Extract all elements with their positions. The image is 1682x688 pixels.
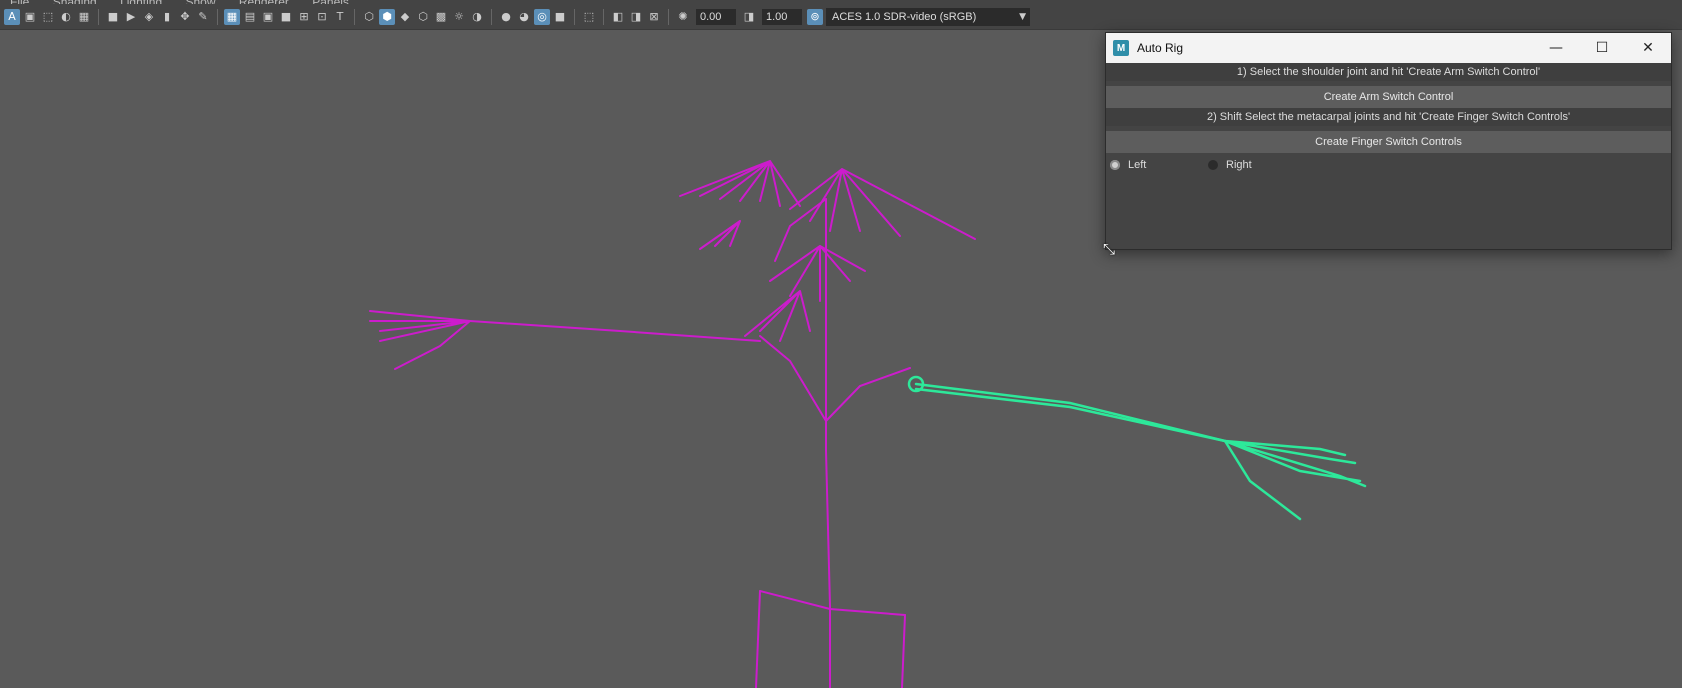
maya-logo-icon: M [1113, 40, 1129, 56]
resolution-gate-icon[interactable]: ▣ [260, 9, 276, 25]
bookmark-icon[interactable]: ▮ [159, 9, 175, 25]
radio-left-indicator[interactable] [1110, 160, 1120, 170]
safe-title-icon[interactable]: T [332, 9, 348, 25]
safe-action-icon[interactable]: ⊡ [314, 9, 330, 25]
anti-aliasing-icon[interactable]: ◎ [534, 8, 550, 25]
menu-shading[interactable]: Shading [53, 0, 97, 4]
wireframe-on-shaded-icon[interactable]: ◆ [397, 9, 413, 25]
radio-left-label: Left [1128, 159, 1147, 171]
field-chart-icon[interactable]: ⊞ [296, 9, 312, 25]
right-clavicle-bone [825, 367, 911, 422]
pan-icon[interactable]: ✥ [177, 9, 193, 25]
image-plane-icon[interactable]: ◐ [58, 9, 74, 25]
isolate-select-icon[interactable]: ⬚ [581, 9, 597, 25]
select-camera-icon[interactable]: A [4, 8, 20, 25]
depth-of-field-icon[interactable]: ■ [552, 9, 568, 25]
skeleton-magenta [369, 160, 976, 688]
toolbar-divider [217, 8, 218, 25]
chevron-down-icon: ▼ [1019, 11, 1026, 22]
film-gate-icon[interactable]: ▤ [242, 9, 258, 25]
camera-icon[interactable]: ■ [105, 9, 121, 25]
menu-lighting[interactable]: Lighting [120, 0, 162, 4]
viewport-toolbar: A ▣ ⬚ ◐ ▦ ■ ▶ ◈ ▮ ✥ ✎ ▦ ▤ ▣ ■ ⊞ ⊡ T ⬡ ⬢ … [0, 4, 1682, 30]
radio-right-label: Right [1226, 159, 1252, 171]
2d-pan-icon[interactable]: ▦ [76, 9, 92, 25]
grease-pencil-icon[interactable]: ✎ [195, 9, 211, 25]
left-clavicle-bone [759, 335, 827, 422]
bookmarks-icon[interactable]: ⬚ [40, 9, 56, 25]
xray-icon[interactable]: ◧ [610, 9, 626, 25]
toolbar-divider [491, 8, 492, 25]
toolbar-divider [668, 8, 669, 25]
auto-rig-titlebar[interactable]: M Auto Rig — ☐ ✕ [1106, 33, 1671, 63]
close-icon[interactable]: ✕ [1625, 33, 1671, 63]
gamma-field[interactable] [762, 8, 802, 25]
instruction-step-1: 1) Select the shoulder joint and hit 'Cr… [1106, 63, 1671, 81]
motion-blur-icon[interactable]: ◕ [516, 9, 532, 25]
left-upper-arm-bone [469, 320, 761, 342]
xray-components-icon[interactable]: ⊠ [646, 9, 662, 25]
create-arm-switch-control-button[interactable]: Create Arm Switch Control [1106, 86, 1671, 108]
exposure-icon[interactable]: ✺ [675, 9, 691, 25]
radio-right-indicator[interactable] [1208, 160, 1218, 170]
color-management-icon[interactable]: ⊚ [807, 8, 823, 25]
toolbar-divider [98, 8, 99, 25]
menu-show[interactable]: Show [185, 0, 215, 4]
face-fan-1 [699, 220, 741, 250]
textured-icon[interactable]: ⬡ [415, 9, 431, 25]
side-radio-group: Left Right [1106, 153, 1671, 177]
screen-space-ao-icon[interactable]: ● [498, 9, 514, 25]
menu-file[interactable]: File [10, 0, 29, 4]
green-finger-bones [1223, 439, 1367, 521]
smooth-shade-icon[interactable]: ⬢ [379, 8, 395, 25]
camera-tilt-icon[interactable]: ◈ [141, 9, 157, 25]
checker-icon[interactable]: ▩ [433, 9, 449, 25]
skeleton-selected-arm [907, 375, 1367, 521]
camera-link-icon[interactable]: ▶ [123, 9, 139, 25]
gate-mask-icon[interactable]: ■ [278, 9, 294, 25]
resize-cursor-icon: ⤡ [1103, 240, 1116, 258]
camera-attributes-icon[interactable]: ▣ [22, 9, 38, 25]
green-upper-arm-bone [914, 382, 1227, 443]
toolbar-divider [574, 8, 575, 25]
left-hand-bones [369, 310, 471, 370]
grid-icon[interactable]: ▦ [224, 8, 240, 25]
radio-right[interactable]: Right [1208, 159, 1278, 171]
auto-rig-window: M Auto Rig — ☐ ✕ 1) Select the shoulder … [1105, 32, 1672, 250]
menu-panels[interactable]: Panels [312, 0, 349, 4]
jaw-fan [744, 290, 811, 342]
maximize-icon[interactable]: ☐ [1579, 33, 1625, 63]
xray-joints-icon[interactable]: ◨ [628, 9, 644, 25]
instruction-step-2: 2) Shift Select the metacarpal joints an… [1106, 108, 1671, 126]
exposure-field[interactable] [696, 8, 736, 25]
minimize-icon[interactable]: — [1533, 33, 1579, 63]
right-leg-bone [901, 614, 906, 688]
gamma-icon[interactable]: ◨ [741, 9, 757, 25]
toolbar-divider [354, 8, 355, 25]
head-fan-1 [679, 160, 801, 207]
auto-rig-title: Auto Rig [1137, 41, 1184, 55]
menu-renderer[interactable]: Renderer [239, 0, 289, 4]
face-fan-2 [769, 245, 866, 302]
shadows-icon[interactable]: ◑ [469, 9, 485, 25]
left-leg-bone [755, 590, 761, 688]
hip-bones [759, 590, 906, 616]
green-upper-arm-bone-2 [914, 387, 1227, 443]
lighting-icon[interactable]: ☼ [451, 9, 467, 25]
toolbar-divider [603, 8, 604, 25]
view-transform-dropdown[interactable]: ACES 1.0 SDR-video (sRGB) ▼ [826, 7, 1030, 26]
create-finger-switch-controls-button[interactable]: Create Finger Switch Controls [1106, 131, 1671, 153]
view-transform-value: ACES 1.0 SDR-video (sRGB) [832, 10, 977, 23]
wireframe-icon[interactable]: ⬡ [361, 9, 377, 25]
radio-left[interactable]: Left [1110, 159, 1180, 171]
